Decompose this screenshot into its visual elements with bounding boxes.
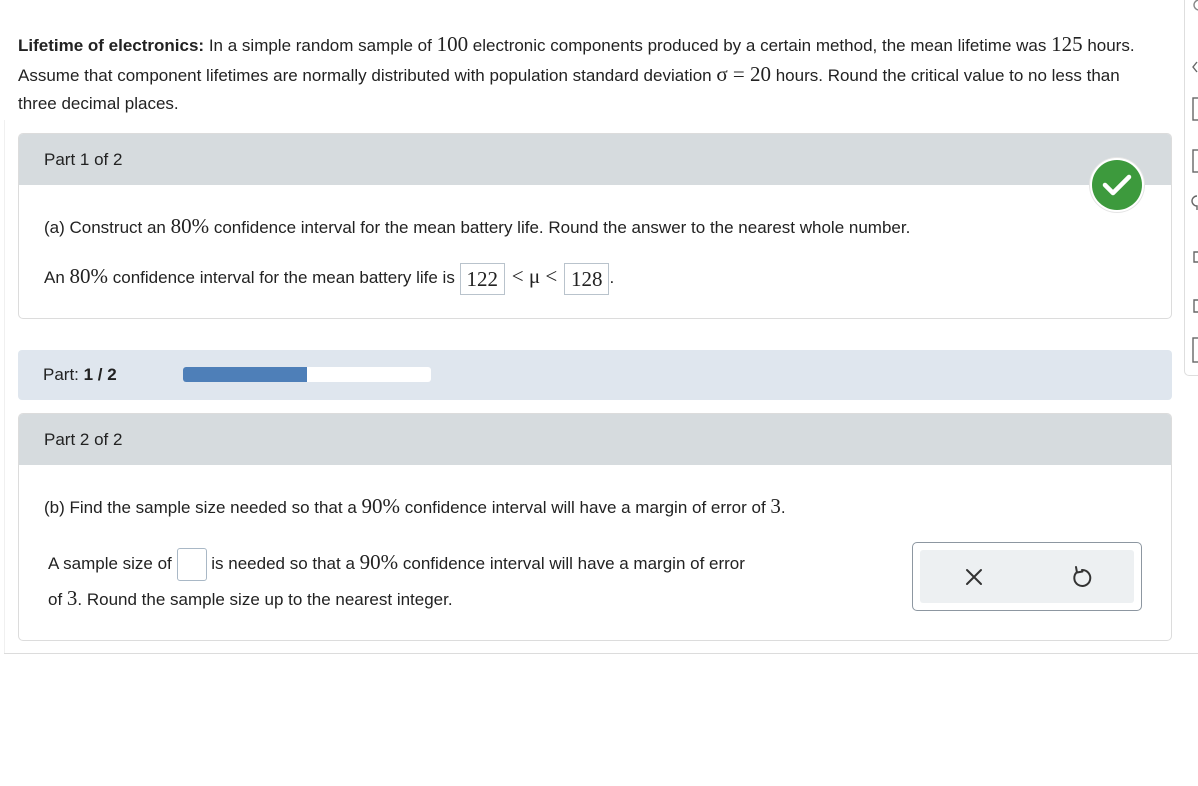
confidence-level: 90% [359,550,399,574]
side-toolbar [1184,0,1198,376]
sample-size-input[interactable] [176,548,207,582]
question-text: (a) Construct an [44,218,171,237]
margin-of-error: 3 [770,494,781,518]
part2-answer-line2: of 3. Round the sample size up to the ne… [48,581,453,617]
progress-track [183,367,431,382]
confidence-level: 90% [361,494,401,518]
problem-statement: Lifetime of electronics: In a simple ran… [18,30,1138,118]
close-icon[interactable] [962,565,986,589]
divider [4,653,1198,654]
part1-header: Part 1 of 2 [19,134,1171,185]
part-progress: Part: 1 / 2 [18,350,1172,400]
problem-text: In a simple random sample of [204,36,437,55]
side-toolbar-icons [1191,0,1198,363]
sample-size-value: 100 [436,32,469,56]
answer-text: confidence interval will have a margin o… [398,554,745,573]
progress-label-text: Part: [43,365,84,384]
part1-panel: Part 1 of 2 (a) Construct an 80% confide… [18,133,1172,319]
problem-text: electronic components produced by a cert… [468,36,1052,55]
progress-fill [183,367,307,382]
question-text: . [780,498,786,517]
question-text: confidence interval for the mean battery… [209,218,911,237]
toolbar-inner [920,550,1134,603]
check-icon [1092,160,1142,210]
divider [4,120,5,654]
undo-icon[interactable] [1070,564,1094,590]
answer-text: confidence interval for the mean battery… [108,268,460,287]
upper-bound-input[interactable]: 128 [563,262,610,295]
correct-badge [1090,158,1144,212]
answer-text: of [48,590,67,609]
answer-text: . [609,268,615,287]
lower-bound-input[interactable]: 122 [459,262,506,295]
mean-value: 125 [1051,32,1083,56]
answer-text: An [44,268,70,287]
progress-label: Part: 1 / 2 [43,350,117,400]
answer-text: is needed so that a [211,554,360,573]
answer-text: A sample size of [48,554,177,573]
confidence-level: 80% [69,264,109,288]
question-text: confidence interval will have a margin o… [400,498,771,517]
question-text: (b) Find the sample size needed so that … [44,498,362,517]
part2-answer: A sample size of is needed so that a 90%… [48,545,888,582]
sigma-value: σ = 20 [716,62,771,86]
part1-answer: An 80% confidence interval for the mean … [44,259,614,295]
answer-toolbar [912,542,1142,611]
part1-question: (a) Construct an 80% confidence interval… [44,212,910,242]
inequality: < μ < [511,264,558,288]
part2-header: Part 2 of 2 [19,414,1171,465]
progress-value: 1 / 2 [83,365,117,384]
confidence-level: 80% [170,214,210,238]
answer-text: . Round the sample size up to the neares… [77,590,453,609]
margin-of-error: 3 [66,586,78,610]
part2-question: (b) Find the sample size needed so that … [44,492,786,522]
problem-title: Lifetime of electronics: [18,36,205,55]
